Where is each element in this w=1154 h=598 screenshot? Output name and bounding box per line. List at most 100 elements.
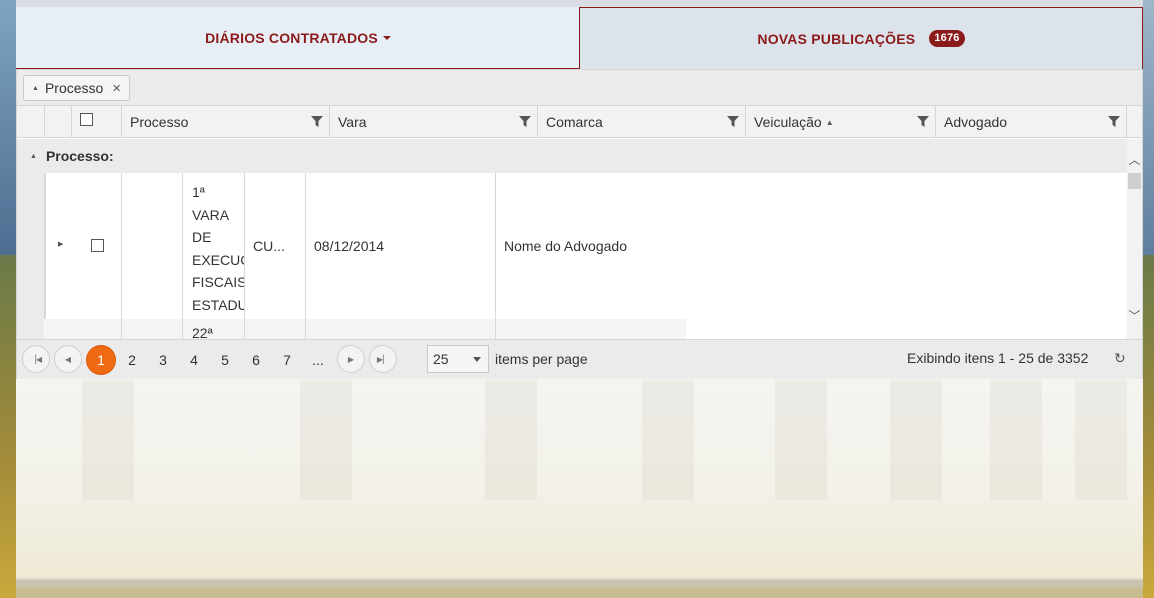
page-button-1[interactable]: 1 — [86, 345, 116, 375]
collapse-icon[interactable]: ▲ — [30, 153, 37, 160]
page-button-more[interactable]: ... — [303, 345, 333, 375]
group-row-processo[interactable]: ▲ Processo: — [17, 139, 1127, 173]
header-processo-label: Processo — [130, 114, 189, 130]
veiculacao-cell — [306, 319, 496, 339]
tab-diarios-contratados-label: DIÁRIOS CONTRATADOS — [205, 29, 378, 46]
page-button-6[interactable]: 6 — [241, 345, 271, 375]
group-chip-label: Processo — [44, 80, 104, 96]
background-pillar — [775, 380, 827, 500]
select-cell — [72, 173, 122, 319]
background-pillar — [300, 380, 352, 500]
first-page-button[interactable]: ▕◀ — [22, 345, 50, 373]
page-size-select[interactable]: 25 — [427, 345, 489, 373]
header-expand-spacer — [45, 106, 72, 138]
filter-icon[interactable] — [917, 116, 929, 128]
header-veiculacao-label: Veiculação — [754, 114, 822, 130]
vara-line: EXECUÇ — [192, 251, 245, 268]
header-select-cell — [72, 106, 122, 138]
header-processo[interactable]: Processo — [122, 106, 330, 138]
top-strip — [16, 0, 1143, 7]
processo-cell — [122, 173, 183, 319]
filter-icon[interactable] — [727, 116, 739, 128]
vara-line: ESTADU — [192, 296, 245, 313]
pager-info: Exibindo itens 1 - 25 de 3352 — [907, 350, 1089, 366]
expand-cell: ▶ — [45, 173, 72, 319]
grid-header: Processo Vara Comarca Veiculação ▲ Advog… — [17, 106, 1142, 138]
next-page-button[interactable]: ▶ — [337, 345, 365, 373]
group-by-bar: ▲ Processo × — [17, 70, 1142, 106]
background-pillar — [642, 380, 694, 500]
veiculacao-cell: 08/12/2014 — [306, 173, 496, 319]
page-button-5[interactable]: 5 — [210, 345, 240, 375]
pager: ▕◀ ◀ 1 2 3 4 5 6 7 ... ▶ ▶▏ 25 items per… — [17, 339, 1142, 379]
header-advogado-label: Advogado — [944, 114, 1008, 130]
bottom-strip — [16, 578, 1143, 588]
group-chip-processo[interactable]: ▲ Processo × — [23, 75, 131, 101]
comarca-cell — [245, 319, 306, 339]
page-button-4[interactable]: 4 — [179, 345, 209, 375]
row-checkbox[interactable] — [91, 239, 104, 252]
select-all-checkbox[interactable] — [80, 112, 93, 126]
header-vara[interactable]: Vara — [330, 106, 538, 138]
vara-line: 1ª — [192, 184, 205, 200]
prev-page-button[interactable]: ◀ — [54, 345, 82, 373]
table-row[interactable]: 22ª — [17, 319, 1127, 339]
group-row-label: Processo: — [45, 148, 114, 164]
select-cell — [72, 319, 122, 339]
vara-cell: 22ª — [183, 319, 245, 339]
header-vara-label: Vara — [338, 114, 367, 130]
new-publications-badge: 1676 — [929, 30, 965, 47]
background-pillar — [485, 380, 537, 500]
scroll-thumb[interactable] — [1128, 173, 1141, 189]
scroll-down-icon[interactable]: ﹀ — [1127, 309, 1142, 323]
advogado-value: Nome do Advogado — [504, 238, 627, 254]
vara-line: DE — [192, 229, 212, 245]
vertical-scrollbar[interactable]: ︿ ﹀ — [1127, 139, 1142, 339]
header-veiculacao[interactable]: Veiculação ▲ — [746, 106, 936, 138]
vara-cell: 1ª VARA DE EXECUÇ FISCAIS ESTADU — [183, 173, 245, 319]
sort-asc-icon: ▲ — [825, 117, 834, 127]
last-page-button[interactable]: ▶▏ — [369, 345, 397, 373]
filter-icon[interactable] — [1108, 116, 1120, 128]
vara-line: FISCAIS — [192, 274, 245, 290]
background-pillar — [1075, 380, 1127, 500]
tab-novas-publicacoes-label: NOVAS PUBLICAÇÕES — [757, 30, 916, 47]
page-button-7[interactable]: 7 — [272, 345, 302, 375]
header-comarca[interactable]: Comarca — [538, 106, 746, 138]
tab-diarios-contratados[interactable]: DIÁRIOS CONTRATADOS — [16, 7, 580, 69]
processo-cell — [122, 319, 183, 339]
items-per-page-label: items per page — [495, 351, 588, 367]
dropdown-arrow-icon — [473, 357, 481, 362]
publications-grid: ▲ Processo × Processo Vara Comarca Veicu… — [16, 69, 1143, 379]
vara-line: VARA — [192, 206, 230, 223]
veiculacao-value: 08/12/2014 — [314, 238, 385, 254]
page-size-value: 25 — [433, 351, 449, 367]
background-sky-left — [0, 0, 16, 255]
vara-line: 22ª — [192, 325, 213, 339]
grid-body: ▶ 1ª VARA DE EXECUÇ FISCAIS ESTADU CU...… — [17, 173, 1127, 339]
background-sky-right — [1143, 0, 1154, 255]
sort-asc-icon: ▲ — [32, 84, 39, 92]
comarca-cell: CU... — [245, 173, 306, 319]
header-group-spacer — [17, 106, 45, 138]
caret-down-icon — [382, 35, 391, 40]
expand-row-icon[interactable]: ▶ — [58, 240, 63, 248]
background-pillar — [82, 380, 134, 500]
background-hill-right — [1143, 255, 1154, 598]
background-pillar — [990, 380, 1042, 500]
table-row[interactable]: ▶ 1ª VARA DE EXECUÇ FISCAIS ESTADU CU...… — [17, 173, 1127, 319]
background-hill-left — [0, 255, 16, 598]
filter-icon[interactable] — [519, 116, 531, 128]
comarca-value: CU... — [253, 238, 285, 254]
filter-icon[interactable] — [311, 116, 323, 128]
advogado-cell: Nome do Advogado — [496, 173, 686, 319]
close-icon[interactable]: × — [112, 80, 121, 97]
page-button-2[interactable]: 2 — [117, 345, 147, 375]
scroll-up-icon[interactable]: ︿ — [1127, 153, 1142, 167]
refresh-icon[interactable]: ↻ — [1114, 350, 1126, 367]
page-button-3[interactable]: 3 — [148, 345, 178, 375]
background-pillar — [890, 380, 942, 500]
header-advogado[interactable]: Advogado — [936, 106, 1127, 138]
tab-novas-publicacoes[interactable]: NOVAS PUBLICAÇÕES 1676 — [579, 7, 1143, 69]
tab-bar: DIÁRIOS CONTRATADOS NOVAS PUBLICAÇÕES 16… — [16, 7, 1143, 69]
